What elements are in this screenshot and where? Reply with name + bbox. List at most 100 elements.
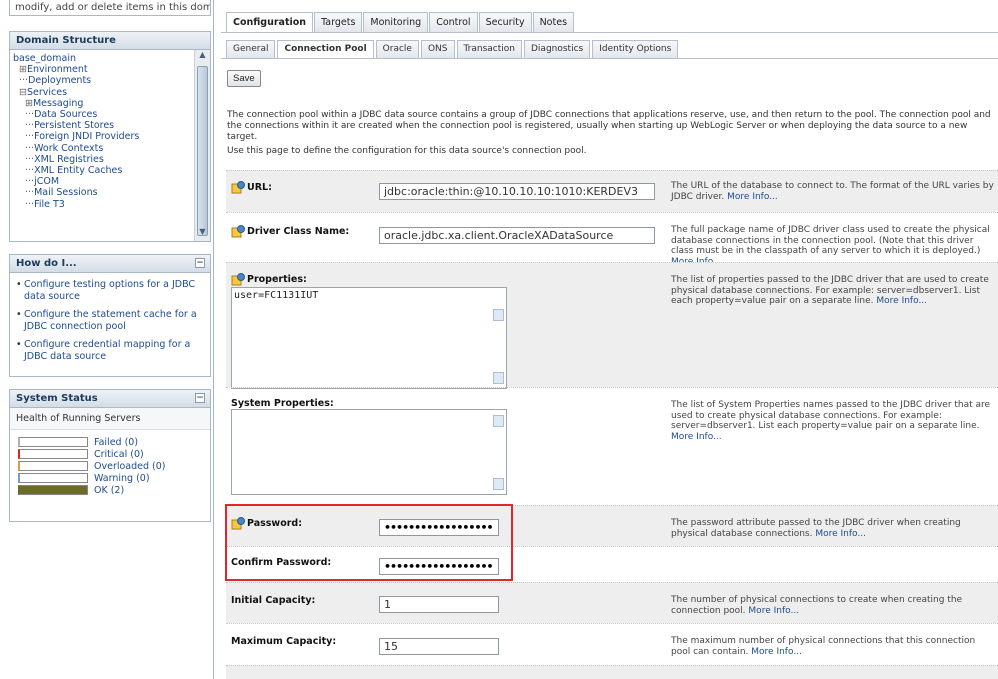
tree-item[interactable]: ···Foreign JNDI Providers [10,131,210,142]
intro-text: The connection pool within a JDBC data s… [227,110,991,142]
subtab-identity-options[interactable]: Identity Options [592,40,679,58]
expand-icon[interactable]: ⊞ [25,98,33,109]
tree-item-label: Services [26,86,68,98]
health-bar [18,437,88,447]
scroll-thumb[interactable] [197,66,208,236]
domain-structure-title: Domain Structure [10,32,210,50]
initial-capacity-description: The number of physical connections to cr… [671,595,963,616]
tree-item[interactable]: ···Data Sources [10,109,210,120]
collapse-icon[interactable]: − [195,258,205,268]
subtab-ons[interactable]: ONS [420,40,455,58]
tree-item[interactable]: base_domain [10,53,210,64]
tree-item-label: File T3 [34,198,65,210]
tab-notes[interactable]: Notes [532,12,575,32]
health-bar [18,485,88,495]
tree-item-label: Persistent Stores [34,120,115,132]
tree-item[interactable]: ⊞Messaging [10,98,210,109]
tree-item-label: XML Entity Caches [34,165,123,177]
url-input[interactable]: jdbc:oracle:thin:@10.10.10.10:1010:KERDE… [379,183,655,200]
tree-item-label: Data Sources [34,109,98,121]
more-info-link[interactable]: More Info... [815,529,866,539]
health-row: Overloaded (0) [18,460,202,472]
tree-item-label: Work Contexts [34,142,104,154]
tree-item[interactable]: ⊟Services [10,87,210,98]
expand-icon[interactable]: ⊞ [19,64,27,75]
collapse-icon[interactable]: ⊟ [19,87,27,98]
system-properties-textarea[interactable] [231,409,507,495]
tab-security[interactable]: Security [478,12,532,32]
health-label[interactable]: Failed (0) [94,437,138,448]
tree-item[interactable]: ···XML Registries [10,154,210,165]
tree-item[interactable]: ···File T3 [10,199,210,210]
driver-description: The full package name of JDBC driver cla… [671,225,996,267]
subtab-diagnostics[interactable]: Diagnostics [524,40,591,58]
tree-item[interactable]: ···Mail Sessions [10,187,210,198]
system-status-title: System Status − [10,390,210,408]
tab-monitoring[interactable]: Monitoring [363,12,429,32]
max-capacity-label: Maximum Capacity: [231,636,337,647]
scroll-down-icon[interactable]: ▼ [195,227,210,241]
properties-textarea[interactable]: user=FC1131IUT [231,287,507,389]
url-label: URL: [231,181,272,194]
textarea-scroll-up[interactable] [493,309,504,321]
more-info-link[interactable]: More Info... [751,647,802,657]
tree-item[interactable]: ···XML Entity Caches [10,165,210,176]
how-do-i-link[interactable]: Configure testing options for a JDBC dat… [16,279,204,303]
textarea-scroll-down[interactable] [493,478,504,490]
textarea-scroll-up[interactable] [493,415,504,427]
textarea-scroll-down[interactable] [493,372,504,384]
tree-item[interactable]: ···jCOM [10,176,210,187]
tree-scrollbar[interactable]: ▲ ▼ [194,50,210,241]
url-row: URL: jdbc:oracle:thin:@10.10.10.10:1010:… [226,170,998,212]
health-label[interactable]: OK (2) [94,485,124,496]
max-capacity-description: The maximum number of physical connectio… [671,636,976,657]
health-row: OK (2) [18,484,202,496]
how-do-i-link[interactable]: Configure the statement cache for a JDBC… [16,309,204,333]
subtab-connection-pool[interactable]: Connection Pool [277,40,374,58]
subtab-general[interactable]: General [226,40,276,58]
more-info-link[interactable]: More Info... [727,192,778,202]
domain-structure-panel: Domain Structure base_domain ⊞Environment… [9,31,211,242]
how-do-i-link[interactable]: Configure credential mapping for a JDBC … [16,339,204,363]
tree-item[interactable]: ···Deployments [10,75,210,86]
how-do-i-list: Configure testing options for a JDBC dat… [10,273,210,375]
more-info-link[interactable]: More Info... [876,296,927,306]
initial-capacity-row: Initial Capacity: 1 The number of physic… [226,582,998,623]
tree-list: base_domain ⊞Environment ···Deployments ⊟Se… [10,53,210,210]
subtab-transaction[interactable]: Transaction [456,40,522,58]
tree-item-label: jCOM [34,176,60,188]
properties-label: Properties: [231,273,307,286]
tree-item[interactable]: ···Work Contexts [10,143,210,154]
driver-row: Driver Class Name: oracle.jdbc.xa.client… [226,212,998,267]
tree-item-label: Mail Sessions [34,187,98,199]
tree-connector-icon: ··· [25,153,35,165]
subtab-oracle[interactable]: Oracle [375,40,419,58]
tab-configuration[interactable]: Configuration [226,12,314,33]
tree-item-label: Messaging [32,97,84,109]
tab-control[interactable]: Control [429,12,478,32]
how-do-i-title: How do I... − [10,255,210,273]
health-label[interactable]: Critical (0) [94,449,144,460]
save-button[interactable]: Save [227,70,261,87]
tree-item[interactable]: ⊞Environment [10,64,210,75]
collapse-icon[interactable]: − [195,393,205,403]
driver-class-input[interactable]: oracle.jdbc.xa.client.OracleXADataSource [379,227,655,244]
initial-capacity-input[interactable]: 1 [379,596,499,613]
secondary-tabs: General Connection Pool Oracle ONS Transacti… [226,40,680,58]
tab-divider [221,58,998,59]
tab-targets[interactable]: Targets [314,12,363,32]
tree-connector-icon: ··· [25,120,35,132]
tree-item[interactable]: ···Persistent Stores [10,120,210,131]
password-description: The password attribute passed to the JDB… [671,518,961,539]
max-capacity-input[interactable]: 15 [379,638,499,655]
health-bar [18,461,88,471]
properties-row: Properties: user=FC1131IUT The list of p… [226,262,998,389]
tree-connector-icon: ··· [25,131,35,143]
health-label[interactable]: Overloaded (0) [94,461,166,472]
health-label[interactable]: Warning (0) [94,473,150,484]
tree-item-label: Environment [26,64,88,76]
scroll-up-icon[interactable]: ▲ [195,50,210,64]
more-info-link[interactable]: More Info... [748,606,799,616]
system-properties-description: The list of System Properties names pass… [671,400,991,442]
more-info-link[interactable]: More Info... [671,432,722,442]
